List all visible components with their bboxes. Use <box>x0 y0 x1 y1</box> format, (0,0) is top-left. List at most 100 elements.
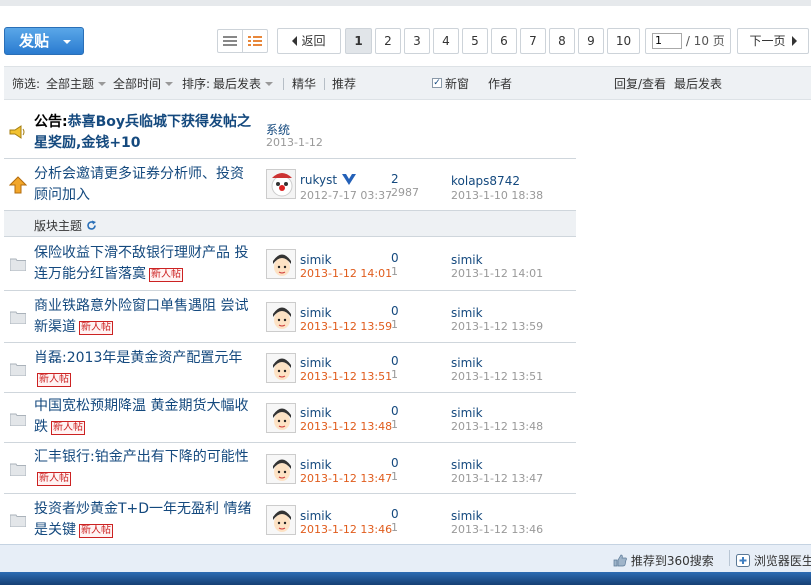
medical-cross-icon <box>736 554 750 567</box>
announcement-date: 2013-1-12 <box>266 136 323 149</box>
new-user-badge: 新人帖 <box>149 268 183 282</box>
page-2-button[interactable]: 2 <box>375 28 401 54</box>
thread-title-link[interactable]: 投资者炒黄金T+D一年无盈利 情绪是关键 新人帖 <box>34 499 254 541</box>
thread-post-date: 2013-1-12 13:47 <box>300 472 393 485</box>
thread-folder-icon <box>10 258 26 271</box>
thread-last-author[interactable]: simik <box>451 253 483 267</box>
divider <box>729 550 730 566</box>
view-mode-toggle <box>217 29 268 53</box>
page-jump-input[interactable] <box>652 32 682 49</box>
os-taskbar <box>0 572 811 585</box>
thread-folder-icon <box>10 363 26 376</box>
thread-title: 商业铁路意外险窗口单售遇阻 尝试新渠道 <box>34 298 249 335</box>
thread-author[interactable]: simik <box>300 458 332 472</box>
page-3-button[interactable]: 3 <box>404 28 430 54</box>
avatar[interactable] <box>266 403 296 433</box>
new-post-button[interactable]: 发贴 <box>4 27 84 55</box>
thread-author[interactable]: simik <box>300 306 332 320</box>
thread-author[interactable]: simik <box>300 356 332 370</box>
detail-view-button[interactable] <box>242 30 267 52</box>
recommend-filter[interactable]: 推荐 <box>332 75 356 92</box>
page-5-button[interactable]: 5 <box>462 28 488 54</box>
thread-last-date: 2013-1-12 13:46 <box>451 523 544 536</box>
thread-post-date: 2013-1-12 13:59 <box>300 320 393 333</box>
thread-last-author[interactable]: simik <box>451 356 483 370</box>
back-button[interactable]: 返回 <box>277 28 341 54</box>
page-10-button[interactable]: 10 <box>607 28 640 54</box>
thread-title-link[interactable]: 中国宽松预期降温 黄金期货大幅收跌 新人帖 <box>34 396 254 438</box>
browser-doctor-button[interactable]: 浏览器医生 <box>736 552 811 569</box>
list-view-icon <box>223 36 237 46</box>
thread-views: 1 <box>391 368 398 381</box>
page-8-button[interactable]: 8 <box>549 28 575 54</box>
thread-title-link[interactable]: 商业铁路意外险窗口单售遇阻 尝试新渠道 新人帖 <box>34 296 254 338</box>
page-4-button[interactable]: 4 <box>433 28 459 54</box>
user-avatar-icon <box>267 250 295 278</box>
avatar[interactable] <box>266 169 296 199</box>
new-post-label: 发贴 <box>19 32 50 50</box>
sticky-post-date: 2012-7-17 03:37 <box>300 189 393 202</box>
thread-author[interactable]: simik <box>300 406 332 420</box>
thread-row: 保险收益下滑不敌银行理财产品 投连万能分红皆落寞 新人帖 simik 2013-1… <box>4 238 576 291</box>
sticky-thread-row: 分析会邀请更多证券分析师、投资顾问加入 rukyst 2012-7-17 03:… <box>4 159 576 211</box>
thread-last-author[interactable]: simik <box>451 509 483 523</box>
avatar[interactable] <box>266 505 296 535</box>
thread-title-link[interactable]: 肖磊:2013年是黄金资产配置元年新人帖 <box>34 348 254 390</box>
thread-title-link[interactable]: 汇丰银行:铂金产出有下降的可能性新人帖 <box>34 447 254 489</box>
thread-title: 汇丰银行:铂金产出有下降的可能性 <box>34 449 249 465</box>
browser-status-bar: 推荐到360搜索 浏览器医生 <box>0 544 811 572</box>
avatar[interactable] <box>266 454 296 484</box>
avatar[interactable] <box>266 353 296 383</box>
thread-row: 投资者炒黄金T+D一年无盈利 情绪是关键 新人帖 simik 2013-1-12 … <box>4 494 576 544</box>
avatar[interactable] <box>266 249 296 279</box>
last-post-column-header: 最后发表 <box>674 77 723 91</box>
divider <box>283 78 284 90</box>
thread-last-date: 2013-1-12 13:48 <box>451 420 544 433</box>
refresh-icon[interactable] <box>86 220 97 231</box>
thread-views: 1 <box>391 318 398 331</box>
sticky-thread-title[interactable]: 分析会邀请更多证券分析师、投资顾问加入 <box>34 164 254 206</box>
page-9-button[interactable]: 9 <box>578 28 604 54</box>
page-7-button[interactable]: 7 <box>520 28 546 54</box>
thread-author[interactable]: simik <box>300 253 332 267</box>
thread-replies: 0 <box>391 456 399 470</box>
list-view-button[interactable] <box>218 30 242 52</box>
detail-view-icon <box>248 36 262 46</box>
page-6-button[interactable]: 6 <box>491 28 517 54</box>
thread-title-link[interactable]: 保险收益下滑不敌银行理财产品 投连万能分红皆落寞 新人帖 <box>34 243 254 285</box>
user-avatar-icon <box>267 404 295 432</box>
avatar[interactable] <box>266 302 296 332</box>
thread-last-author[interactable]: simik <box>451 306 483 320</box>
thread-last-author[interactable]: simik <box>451 458 483 472</box>
page-jump: / 10 页 <box>645 28 731 54</box>
all-time-dropdown[interactable]: 全部时间 <box>113 75 173 92</box>
all-topics-dropdown[interactable]: 全部主题 <box>46 75 106 92</box>
sticky-author-name: rukyst <box>300 173 338 187</box>
recommend-360-button[interactable]: 推荐到360搜索 <box>613 552 714 569</box>
user-avatar-icon <box>267 506 295 534</box>
thread-views: 1 <box>391 470 398 483</box>
thread-last-date: 2013-1-12 13:47 <box>451 472 544 485</box>
thread-row: 商业铁路意外险窗口单售遇阻 尝试新渠道 新人帖 simik 2013-1-12 1… <box>4 291 576 343</box>
new-window-checkbox[interactable]: ✓ <box>432 78 442 88</box>
divider <box>324 78 325 90</box>
section-header: 版块主题 <box>4 211 576 237</box>
sticky-author[interactable]: rukyst <box>300 173 357 187</box>
thread-author[interactable]: simik <box>300 509 332 523</box>
verified-v-icon <box>341 174 356 185</box>
sticky-last-author[interactable]: kolaps8742 <box>451 174 520 188</box>
thread-replies: 0 <box>391 404 399 418</box>
thread-last-author[interactable]: simik <box>451 406 483 420</box>
top-divider <box>0 0 811 6</box>
thread-views: 1 <box>391 521 398 534</box>
forum-page: 发贴 返回 1 2 3 4 5 6 7 8 9 10 / 10 页 下一页 筛选… <box>0 0 811 585</box>
sort-dropdown[interactable]: 最后发表 <box>213 75 273 92</box>
thread-title: 投资者炒黄金T+D一年无盈利 情绪是关键 <box>34 501 252 538</box>
recommend-360-label: 推荐到360搜索 <box>630 554 714 568</box>
page-1-button[interactable]: 1 <box>345 28 372 54</box>
announcement-title-link[interactable]: 公告:恭喜Boy兵临城下获得发帖之星奖励,金钱+10 <box>34 112 254 154</box>
next-page-button[interactable]: 下一页 <box>737 28 809 54</box>
announcement-prefix: 公告: <box>34 114 68 130</box>
digest-filter[interactable]: 精华 <box>292 75 316 92</box>
thread-replies: 0 <box>391 304 399 318</box>
